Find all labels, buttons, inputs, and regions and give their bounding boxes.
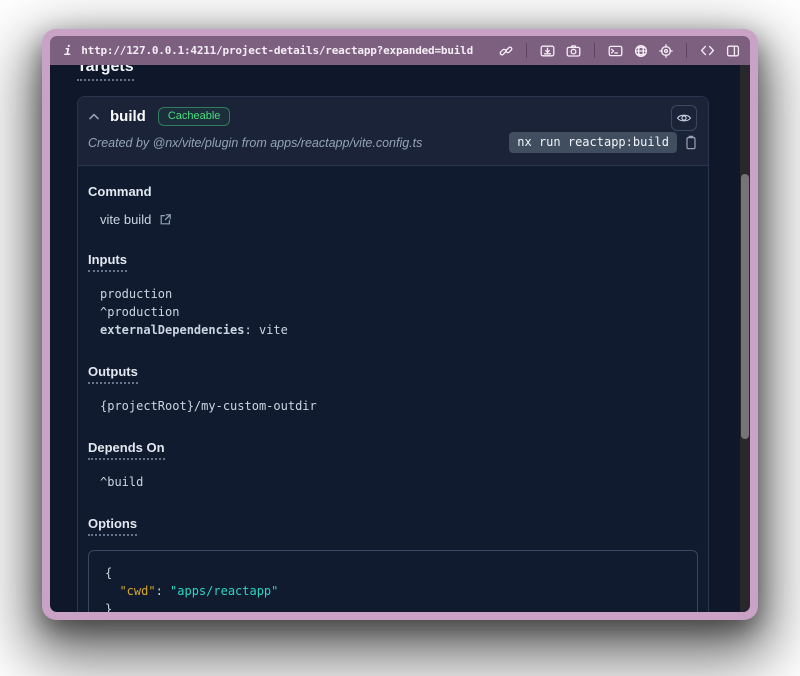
screenshot-button[interactable] <box>540 44 555 58</box>
scrollbar-track[interactable] <box>740 65 750 612</box>
depends-on-heading: Depends On <box>88 440 698 460</box>
run-command-chip[interactable]: nx run reactapp:build <box>509 132 677 153</box>
input-item: ^production <box>100 303 698 321</box>
target-button[interactable] <box>659 44 673 58</box>
options-code-block: { "cwd": "apps/reactapp" } <box>88 550 698 612</box>
browser-toolbar <box>499 43 740 58</box>
command-link[interactable]: vite build <box>100 212 698 227</box>
copy-icon <box>685 135 697 150</box>
external-link-icon <box>159 213 172 226</box>
view-in-graph-button[interactable] <box>671 105 697 131</box>
target-icon <box>659 44 673 58</box>
code-line: } <box>105 600 681 612</box>
options-heading: Options <box>88 516 698 536</box>
split-view-button[interactable] <box>726 44 740 58</box>
code-line: { <box>105 564 681 582</box>
copy-command-button[interactable] <box>685 135 697 150</box>
code-line: "cwd": "apps/reactapp" <box>105 582 681 600</box>
screenshot-icon <box>540 44 555 58</box>
build-card-header[interactable]: build Cacheable Created by @nx/vite/plug… <box>78 97 708 165</box>
output-item: {projectRoot}/my-custom-outdir <box>100 397 698 415</box>
cacheable-badge: Cacheable <box>158 107 231 126</box>
command-heading: Command <box>88 184 698 199</box>
input-item: externalDependencies: vite <box>100 321 698 339</box>
target-name: build <box>110 108 146 125</box>
info-icon: i <box>64 44 71 58</box>
toolbar-divider <box>686 43 687 58</box>
created-by-text: Created by @nx/vite/plugin from apps/rea… <box>88 136 422 150</box>
depends-on-item: ^build <box>100 473 698 491</box>
globe-button[interactable] <box>634 44 648 58</box>
input-item: production <box>100 285 698 303</box>
run-command-group: nx run reactapp:build <box>509 132 698 153</box>
camera-icon <box>566 44 581 58</box>
eye-icon <box>676 111 692 125</box>
terminal-icon <box>608 44 623 58</box>
build-card-body: Command vite build Inputs <box>78 166 708 612</box>
toolbar-divider <box>526 43 527 58</box>
code-icon <box>700 44 715 57</box>
camera-button[interactable] <box>566 44 581 58</box>
page-content: Targets build Cacheable <box>50 65 750 612</box>
split-view-icon <box>726 44 740 58</box>
target-card-build: build Cacheable Created by @nx/vite/plug… <box>77 96 709 612</box>
browser-window: i http://127.0.0.1:4211/project-details/… <box>42 29 758 620</box>
link-button[interactable] <box>499 44 513 58</box>
globe-icon <box>634 44 648 58</box>
url-text: http://127.0.0.1:4211/project-details/re… <box>81 44 473 57</box>
targets-heading: Targets <box>77 65 710 81</box>
toolbar-divider <box>594 43 595 58</box>
chevron-up-icon <box>88 111 100 123</box>
link-icon <box>499 44 513 58</box>
inputs-heading: Inputs <box>88 252 698 272</box>
url-bar: i http://127.0.0.1:4211/project-details/… <box>50 36 750 65</box>
scrollbar-thumb[interactable] <box>741 174 749 439</box>
code-button[interactable] <box>700 44 715 57</box>
terminal-button[interactable] <box>608 44 623 58</box>
outputs-heading: Outputs <box>88 364 698 384</box>
